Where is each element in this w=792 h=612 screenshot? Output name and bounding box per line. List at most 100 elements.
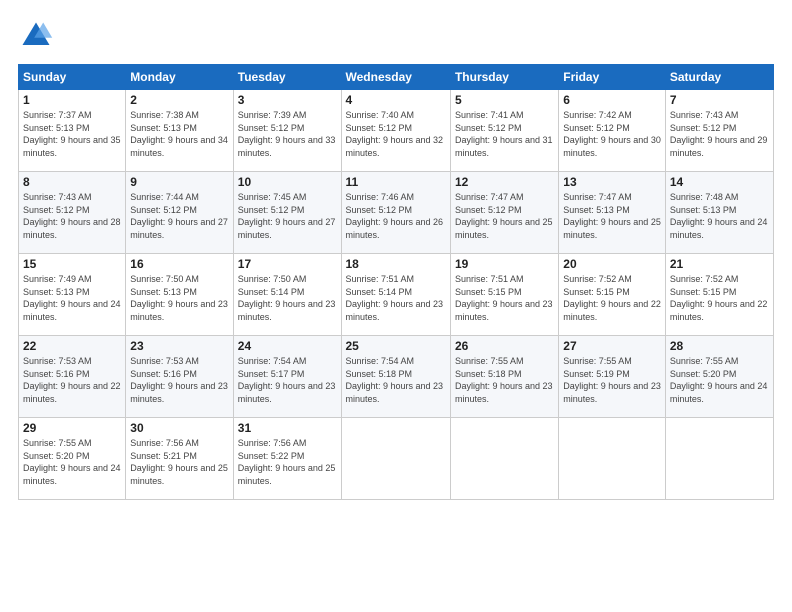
day-number: 16: [130, 257, 228, 271]
logo-icon: [18, 18, 54, 54]
header-day-friday: Friday: [559, 65, 666, 90]
day-number: 23: [130, 339, 228, 353]
day-info: Sunrise: 7:47 AMSunset: 5:13 PMDaylight:…: [563, 192, 661, 240]
calendar-cell: 6 Sunrise: 7:42 AMSunset: 5:12 PMDayligh…: [559, 90, 666, 172]
day-number: 22: [23, 339, 121, 353]
day-info: Sunrise: 7:42 AMSunset: 5:12 PMDaylight:…: [563, 110, 661, 158]
calendar-cell: 26 Sunrise: 7:55 AMSunset: 5:18 PMDaylig…: [450, 336, 558, 418]
header-day-wednesday: Wednesday: [341, 65, 450, 90]
day-number: 6: [563, 93, 661, 107]
calendar-cell: 11 Sunrise: 7:46 AMSunset: 5:12 PMDaylig…: [341, 172, 450, 254]
day-number: 5: [455, 93, 554, 107]
day-number: 8: [23, 175, 121, 189]
day-info: Sunrise: 7:51 AMSunset: 5:14 PMDaylight:…: [346, 274, 444, 322]
day-info: Sunrise: 7:55 AMSunset: 5:18 PMDaylight:…: [455, 356, 553, 404]
header-day-thursday: Thursday: [450, 65, 558, 90]
day-info: Sunrise: 7:45 AMSunset: 5:12 PMDaylight:…: [238, 192, 336, 240]
calendar-week-0: 1 Sunrise: 7:37 AMSunset: 5:13 PMDayligh…: [19, 90, 774, 172]
calendar-cell: 3 Sunrise: 7:39 AMSunset: 5:12 PMDayligh…: [233, 90, 341, 172]
calendar-cell: 7 Sunrise: 7:43 AMSunset: 5:12 PMDayligh…: [665, 90, 773, 172]
calendar-cell: 18 Sunrise: 7:51 AMSunset: 5:14 PMDaylig…: [341, 254, 450, 336]
day-number: 2: [130, 93, 228, 107]
calendar-week-4: 29 Sunrise: 7:55 AMSunset: 5:20 PMDaylig…: [19, 418, 774, 500]
day-number: 7: [670, 93, 769, 107]
calendar-cell: 28 Sunrise: 7:55 AMSunset: 5:20 PMDaylig…: [665, 336, 773, 418]
calendar-cell: 14 Sunrise: 7:48 AMSunset: 5:13 PMDaylig…: [665, 172, 773, 254]
day-info: Sunrise: 7:51 AMSunset: 5:15 PMDaylight:…: [455, 274, 553, 322]
header: [18, 18, 774, 54]
calendar-cell: 9 Sunrise: 7:44 AMSunset: 5:12 PMDayligh…: [126, 172, 233, 254]
day-info: Sunrise: 7:55 AMSunset: 5:19 PMDaylight:…: [563, 356, 661, 404]
day-number: 18: [346, 257, 446, 271]
calendar-cell: 23 Sunrise: 7:53 AMSunset: 5:16 PMDaylig…: [126, 336, 233, 418]
calendar-cell: 4 Sunrise: 7:40 AMSunset: 5:12 PMDayligh…: [341, 90, 450, 172]
day-number: 27: [563, 339, 661, 353]
day-info: Sunrise: 7:46 AMSunset: 5:12 PMDaylight:…: [346, 192, 444, 240]
day-number: 10: [238, 175, 337, 189]
day-info: Sunrise: 7:52 AMSunset: 5:15 PMDaylight:…: [670, 274, 768, 322]
day-info: Sunrise: 7:47 AMSunset: 5:12 PMDaylight:…: [455, 192, 553, 240]
day-info: Sunrise: 7:43 AMSunset: 5:12 PMDaylight:…: [23, 192, 121, 240]
day-info: Sunrise: 7:56 AMSunset: 5:21 PMDaylight:…: [130, 438, 228, 486]
calendar-cell: 2 Sunrise: 7:38 AMSunset: 5:13 PMDayligh…: [126, 90, 233, 172]
calendar-cell: 22 Sunrise: 7:53 AMSunset: 5:16 PMDaylig…: [19, 336, 126, 418]
page: SundayMondayTuesdayWednesdayThursdayFrid…: [0, 0, 792, 612]
day-info: Sunrise: 7:48 AMSunset: 5:13 PMDaylight:…: [670, 192, 768, 240]
calendar-cell: 24 Sunrise: 7:54 AMSunset: 5:17 PMDaylig…: [233, 336, 341, 418]
calendar-cell: 27 Sunrise: 7:55 AMSunset: 5:19 PMDaylig…: [559, 336, 666, 418]
calendar-cell: 1 Sunrise: 7:37 AMSunset: 5:13 PMDayligh…: [19, 90, 126, 172]
calendar-cell: 21 Sunrise: 7:52 AMSunset: 5:15 PMDaylig…: [665, 254, 773, 336]
day-number: 9: [130, 175, 228, 189]
calendar-cell: [559, 418, 666, 500]
day-info: Sunrise: 7:50 AMSunset: 5:14 PMDaylight:…: [238, 274, 336, 322]
day-info: Sunrise: 7:53 AMSunset: 5:16 PMDaylight:…: [23, 356, 121, 404]
day-number: 31: [238, 421, 337, 435]
day-number: 30: [130, 421, 228, 435]
day-number: 24: [238, 339, 337, 353]
day-number: 3: [238, 93, 337, 107]
day-info: Sunrise: 7:44 AMSunset: 5:12 PMDaylight:…: [130, 192, 228, 240]
day-number: 25: [346, 339, 446, 353]
calendar-cell: 29 Sunrise: 7:55 AMSunset: 5:20 PMDaylig…: [19, 418, 126, 500]
day-number: 11: [346, 175, 446, 189]
day-info: Sunrise: 7:39 AMSunset: 5:12 PMDaylight:…: [238, 110, 336, 158]
day-number: 28: [670, 339, 769, 353]
calendar-cell: [450, 418, 558, 500]
day-number: 4: [346, 93, 446, 107]
day-number: 17: [238, 257, 337, 271]
day-info: Sunrise: 7:55 AMSunset: 5:20 PMDaylight:…: [23, 438, 121, 486]
calendar-cell: 5 Sunrise: 7:41 AMSunset: 5:12 PMDayligh…: [450, 90, 558, 172]
header-day-tuesday: Tuesday: [233, 65, 341, 90]
header-day-monday: Monday: [126, 65, 233, 90]
calendar-cell: 13 Sunrise: 7:47 AMSunset: 5:13 PMDaylig…: [559, 172, 666, 254]
day-info: Sunrise: 7:55 AMSunset: 5:20 PMDaylight:…: [670, 356, 768, 404]
day-info: Sunrise: 7:53 AMSunset: 5:16 PMDaylight:…: [130, 356, 228, 404]
calendar-cell: 19 Sunrise: 7:51 AMSunset: 5:15 PMDaylig…: [450, 254, 558, 336]
calendar-cell: 25 Sunrise: 7:54 AMSunset: 5:18 PMDaylig…: [341, 336, 450, 418]
calendar-week-3: 22 Sunrise: 7:53 AMSunset: 5:16 PMDaylig…: [19, 336, 774, 418]
day-number: 26: [455, 339, 554, 353]
day-number: 1: [23, 93, 121, 107]
day-info: Sunrise: 7:43 AMSunset: 5:12 PMDaylight:…: [670, 110, 768, 158]
calendar-cell: 15 Sunrise: 7:49 AMSunset: 5:13 PMDaylig…: [19, 254, 126, 336]
calendar-cell: 20 Sunrise: 7:52 AMSunset: 5:15 PMDaylig…: [559, 254, 666, 336]
day-info: Sunrise: 7:49 AMSunset: 5:13 PMDaylight:…: [23, 274, 121, 322]
day-info: Sunrise: 7:37 AMSunset: 5:13 PMDaylight:…: [23, 110, 121, 158]
day-number: 21: [670, 257, 769, 271]
day-info: Sunrise: 7:50 AMSunset: 5:13 PMDaylight:…: [130, 274, 228, 322]
calendar-week-1: 8 Sunrise: 7:43 AMSunset: 5:12 PMDayligh…: [19, 172, 774, 254]
calendar-cell: 17 Sunrise: 7:50 AMSunset: 5:14 PMDaylig…: [233, 254, 341, 336]
day-number: 19: [455, 257, 554, 271]
calendar-cell: 8 Sunrise: 7:43 AMSunset: 5:12 PMDayligh…: [19, 172, 126, 254]
logo: [18, 18, 58, 54]
day-info: Sunrise: 7:56 AMSunset: 5:22 PMDaylight:…: [238, 438, 336, 486]
day-info: Sunrise: 7:38 AMSunset: 5:13 PMDaylight:…: [130, 110, 228, 158]
day-number: 29: [23, 421, 121, 435]
calendar-week-2: 15 Sunrise: 7:49 AMSunset: 5:13 PMDaylig…: [19, 254, 774, 336]
calendar-cell: 16 Sunrise: 7:50 AMSunset: 5:13 PMDaylig…: [126, 254, 233, 336]
header-day-sunday: Sunday: [19, 65, 126, 90]
calendar-cell: [341, 418, 450, 500]
calendar-cell: 30 Sunrise: 7:56 AMSunset: 5:21 PMDaylig…: [126, 418, 233, 500]
day-info: Sunrise: 7:52 AMSunset: 5:15 PMDaylight:…: [563, 274, 661, 322]
day-number: 20: [563, 257, 661, 271]
